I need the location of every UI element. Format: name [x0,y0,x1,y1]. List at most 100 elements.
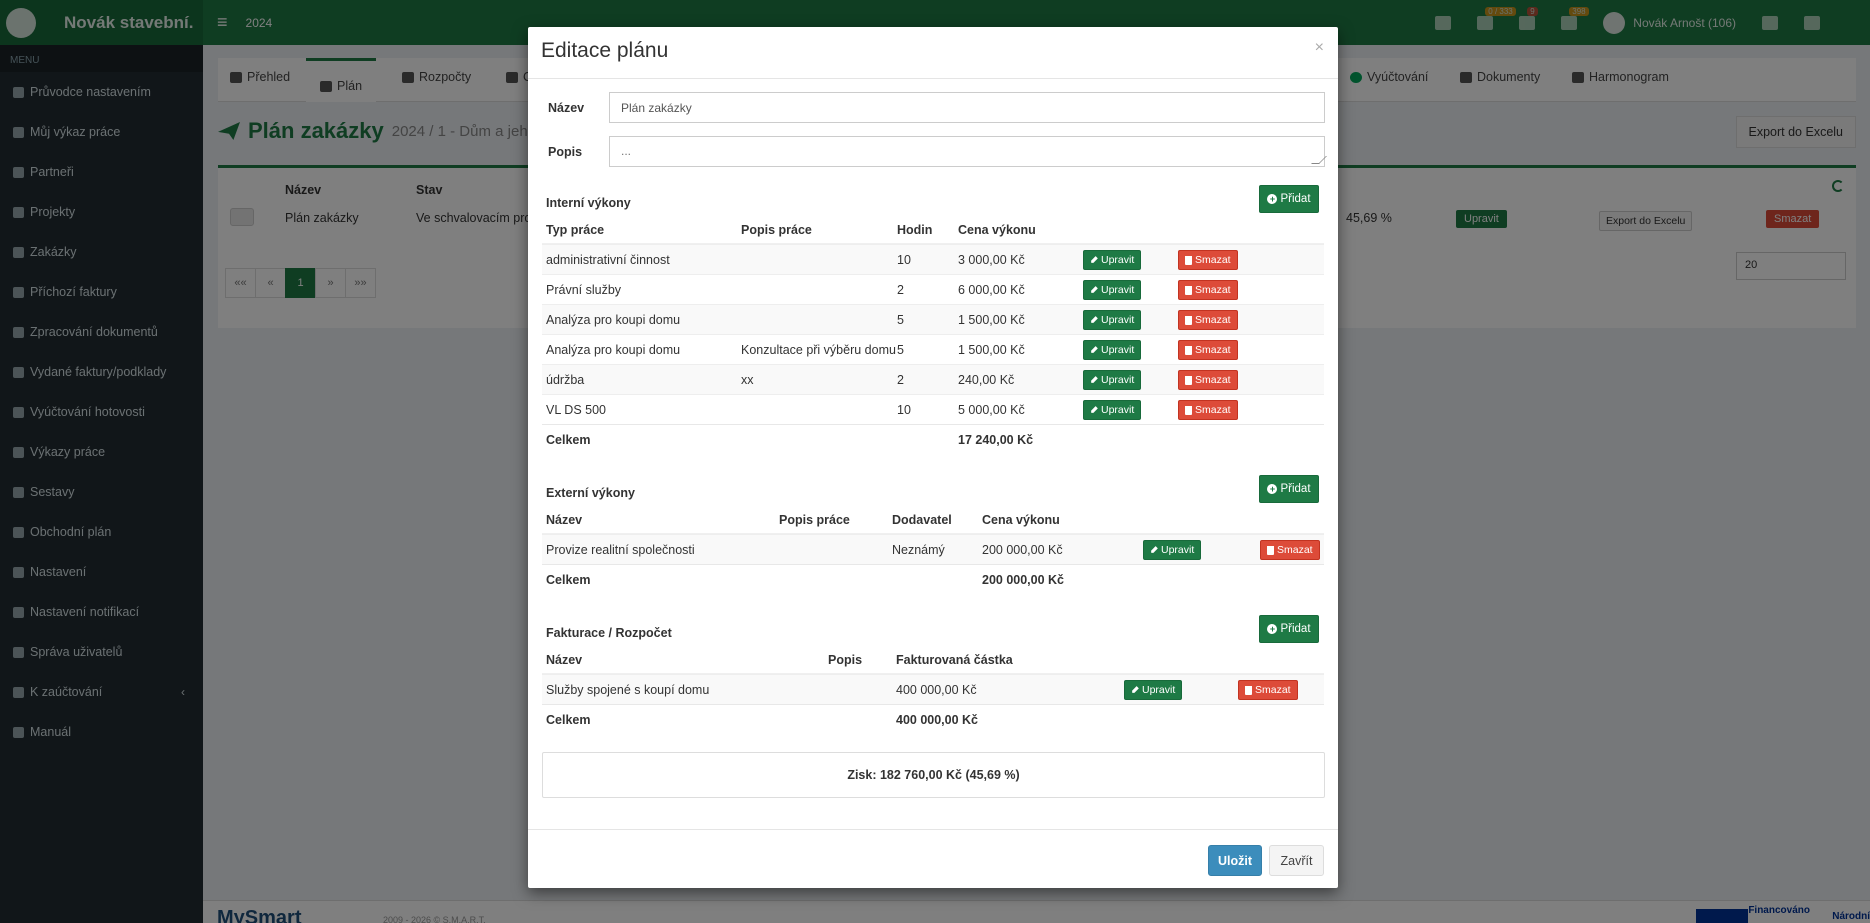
add-label: Přidat [1280,193,1311,205]
col-cena: Cena výkonu [958,223,1036,237]
pencil-icon [1088,404,1099,415]
internal-section-title: Interní výkony [546,196,631,210]
edit-label: Upravit [1142,684,1176,696]
edit-label: Upravit [1101,374,1135,386]
add-billing-button[interactable]: + Přidat [1259,615,1319,643]
edit-button[interactable]: Upravit [1143,540,1202,560]
name-input[interactable] [609,92,1325,123]
add-internal-button[interactable]: + Přidat [1259,185,1319,213]
cell-hodin: 10 [897,403,911,417]
trash-icon [1185,255,1192,265]
edit-button[interactable]: Upravit [1083,340,1142,360]
table-row: Analýza pro koupi domu Konzultace při vý… [542,334,1324,364]
add-label: Přidat [1280,623,1311,635]
delete-button[interactable]: Smazat [1178,250,1238,270]
delete-label: Smazat [1195,254,1231,266]
col-nazev: Název [546,653,583,667]
edit-label: Upravit [1161,544,1195,556]
edit-button[interactable]: Upravit [1083,400,1142,420]
delete-button[interactable]: Smazat [1178,280,1238,300]
pencil-icon [1088,374,1099,385]
edit-button[interactable]: Upravit [1083,250,1142,270]
col-dodavatel: Dodavatel [892,513,952,527]
col-nazev: Název [546,513,583,527]
table-total-row: Celkem 400 000,00 Kč [542,704,1324,734]
table-row: Analýza pro koupi domu 5 1 500,00 Kč Upr… [542,304,1324,334]
cell-cena: 240,00 Kč [958,373,1015,387]
edit-plan-modal: Editace plánu × Název Popis Interní výko… [528,27,1338,888]
plus-circle-icon: + [1267,624,1278,634]
edit-label: Upravit [1101,254,1135,266]
pencil-icon [1088,314,1099,325]
col-hodin: Hodin [897,223,933,237]
edit-label: Upravit [1101,404,1135,416]
edit-button[interactable]: Upravit [1083,370,1142,390]
table-header: Typ práce Popis práce Hodin Cena výkonu [542,217,1324,244]
cell-hodin: 2 [897,283,904,297]
delete-label: Smazat [1277,544,1313,556]
total-value: 400 000,00 Kč [896,713,979,727]
edit-button[interactable]: Upravit [1083,280,1142,300]
col-cena: Cena výkonu [982,513,1060,527]
save-button[interactable]: Uložit [1208,845,1262,876]
edit-button[interactable]: Upravit [1124,680,1183,700]
delete-label: Smazat [1195,374,1231,386]
pencil-icon [1129,684,1140,695]
add-external-button[interactable]: + Přidat [1259,475,1319,503]
total-value: 17 240,00 Kč [958,433,1034,447]
modal-title: Editace plánu [541,39,669,62]
plus-circle-icon: + [1267,484,1278,494]
external-table: Název Popis práce Dodavatel Cena výkonu … [542,507,1324,594]
delete-label: Smazat [1255,684,1291,696]
edit-button[interactable]: Upravit [1083,310,1142,330]
table-row: údržba xx 2 240,00 Kč Upravit Smazat [542,364,1324,394]
delete-button[interactable]: Smazat [1178,400,1238,420]
close-icon[interactable]: × [1315,39,1324,57]
table-header: Název Popis Fakturovaná částka [542,647,1324,674]
cell-cena: 6 000,00 Kč [958,283,1025,297]
edit-label: Upravit [1101,314,1135,326]
description-textarea[interactable] [609,136,1325,167]
cell-cena: 200 000,00 Kč [982,543,1063,557]
plus-circle-icon: + [1267,194,1278,204]
cell-nazev: Služby spojené s koupí domu [546,683,710,697]
cell-typ: údržba [546,373,585,387]
cell-popis: xx [741,373,754,387]
delete-label: Smazat [1195,314,1231,326]
close-button[interactable]: Zavřít [1269,845,1324,876]
cell-hodin: 5 [897,313,904,327]
modal-header: Editace plánu × [528,27,1338,79]
description-label: Popis [548,145,583,159]
table-row: Provize realitní společnosti Neznámý 200… [542,534,1324,564]
trash-icon [1185,375,1192,385]
delete-label: Smazat [1195,404,1231,416]
total-label: Celkem [546,573,591,587]
delete-button[interactable]: Smazat [1178,310,1238,330]
total-label: Celkem [546,713,591,727]
billing-table: Název Popis Fakturovaná částka Služby sp… [542,647,1324,734]
delete-button[interactable]: Smazat [1178,370,1238,390]
table-row: Právní služby 2 6 000,00 Kč Upravit Smaz… [542,274,1324,304]
trash-icon [1185,345,1192,355]
delete-button[interactable]: Smazat [1260,540,1320,560]
cell-popis: Konzultace při výběru domu [741,343,896,357]
internal-table: Typ práce Popis práce Hodin Cena výkonu … [542,217,1324,454]
trash-icon [1267,545,1274,555]
total-value: 200 000,00 Kč [982,573,1065,587]
cell-hodin: 5 [897,343,904,357]
trash-icon [1245,685,1252,695]
table-row: Služby spojené s koupí domu 400 000,00 K… [542,674,1324,704]
cell-cena: 1 500,00 Kč [958,343,1025,357]
trash-icon [1185,315,1192,325]
cell-typ: administrativní činnost [546,253,670,267]
cell-typ: Právní služby [546,283,622,297]
delete-button[interactable]: Smazat [1238,680,1298,700]
delete-button[interactable]: Smazat [1178,340,1238,360]
cell-cena: 3 000,00 Kč [958,253,1025,267]
cell-castka: 400 000,00 Kč [896,683,977,697]
pencil-icon [1088,284,1099,295]
edit-label: Upravit [1101,344,1135,356]
col-typ-prace: Typ práce [546,223,605,237]
edit-label: Upravit [1101,284,1135,296]
name-label: Název [548,101,585,115]
